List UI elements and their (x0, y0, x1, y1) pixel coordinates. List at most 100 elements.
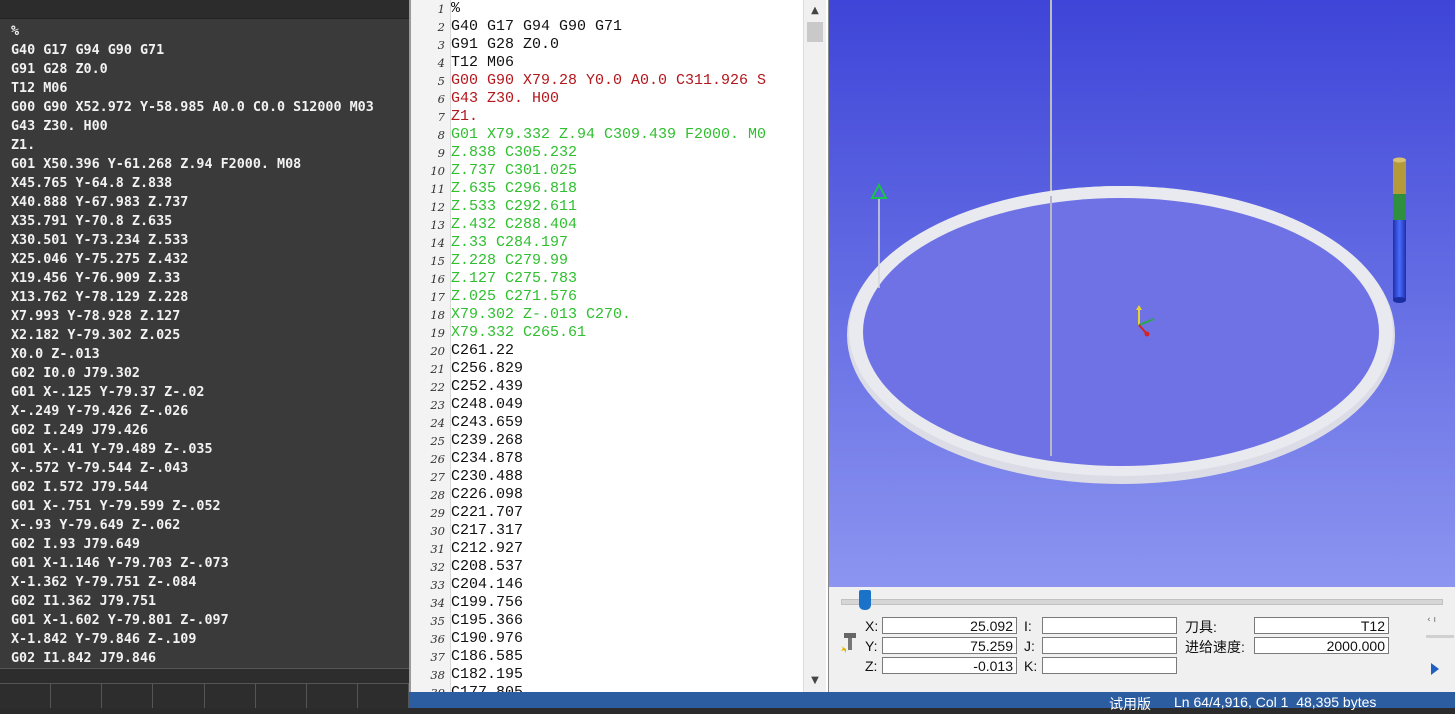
left-code-panel[interactable]: % G40 G17 G94 G90 G71 G91 G28 Z0.0 T12 M06 G… (0, 0, 409, 708)
left-code-line: G91 G28 Z0.0 (11, 62, 108, 77)
line-number: 8 (437, 128, 445, 142)
code-line[interactable]: 3 G91 G28 Z0.0 (411, 36, 803, 54)
code-text: C243.659 (451, 414, 524, 431)
code-line[interactable]: 7 Z1. (411, 108, 803, 126)
left-code-line: X-.93 Y-79.649 Z-.062 (11, 518, 181, 533)
line-number: 1 (437, 2, 445, 16)
scroll-down-icon[interactable]: ▼ (804, 672, 826, 690)
x-label: X: (865, 618, 879, 634)
line-number: 31 (430, 542, 445, 556)
simulation-slider[interactable] (841, 599, 1443, 605)
left-code-line: G01 X50.396 Y-61.268 Z.94 F2000. M08 (11, 157, 302, 172)
footer-grid (0, 683, 409, 708)
code-line[interactable]: 22 C252.439 (411, 378, 803, 396)
nc-code-editor[interactable]: 1% 2 G40 G17 G94 G90 G71 3 G91 G28 Z0.0 4 T12 … (409, 0, 830, 692)
code-line[interactable]: 34 C199.756 (411, 594, 803, 612)
code-line[interactable]: 27 C230.488 (411, 468, 803, 486)
code-line[interactable]: 4 T12 M06 (411, 54, 803, 72)
line-number: 11 (430, 182, 445, 196)
code-line[interactable]: 19 X79.332 C265.61 (411, 324, 803, 342)
code-line[interactable]: 31 C212.927 (411, 540, 803, 558)
code-line[interactable]: 39C177.805 (411, 684, 803, 692)
code-text: G91 G28 Z0.0 (451, 36, 560, 53)
code-line[interactable]: 15 Z.228 C279.99 (411, 252, 803, 270)
scroll-left-icon[interactable]: ‹ ı (1427, 615, 1436, 625)
code-line[interactable]: 9 Z.838 C305.232 (411, 144, 803, 162)
tool-field[interactable]: T12 (1254, 617, 1389, 634)
code-text: Z.533 C292.611 (451, 198, 578, 215)
line-number: 22 (430, 380, 445, 394)
code-line[interactable]: 10 Z.737 C301.025 (411, 162, 803, 180)
code-line[interactable]: 37 C186.585 (411, 648, 803, 666)
code-line[interactable]: 25 C239.268 (411, 432, 803, 450)
scroll-up-icon[interactable]: ▲ (804, 2, 826, 20)
line-number: 37 (430, 650, 445, 664)
code-line[interactable]: 33 C204.146 (411, 576, 803, 594)
editor-vertical-scrollbar[interactable]: ▲ ▼ (803, 0, 826, 692)
code-line[interactable]: 20 C261.22 (411, 342, 803, 360)
mini-scroll-bar[interactable] (1426, 635, 1454, 638)
code-line[interactable]: 17 Z.025 C271.576 (411, 288, 803, 306)
code-line[interactable]: 23 C248.049 (411, 396, 803, 414)
code-text: Z.838 C305.232 (451, 144, 578, 161)
play-icon[interactable] (1430, 662, 1440, 676)
i-field[interactable] (1042, 617, 1177, 634)
code-line[interactable]: 35 C195.366 (411, 612, 803, 630)
code-line[interactable]: 30 C217.317 (411, 522, 803, 540)
left-code-line: G43 Z30. H00 (11, 119, 108, 134)
left-code-line: % (11, 24, 20, 39)
code-text: Z.025 C271.576 (451, 288, 578, 305)
code-line[interactable]: 18 X79.302 Z-.013 C270. (411, 306, 803, 324)
line-number: 35 (430, 614, 445, 628)
code-text: Z.737 C301.025 (451, 162, 578, 179)
code-line[interactable]: 36 C190.976 (411, 630, 803, 648)
scroll-thumb[interactable] (807, 22, 823, 42)
code-line[interactable]: 13 Z.432 C288.404 (411, 216, 803, 234)
code-line[interactable]: 14 Z.33 C284.197 (411, 234, 803, 252)
code-line[interactable]: 12 Z.533 C292.611 (411, 198, 803, 216)
line-number: 28 (430, 488, 445, 502)
k-field[interactable] (1042, 657, 1177, 674)
i-label: I: (1024, 618, 1032, 634)
code-line[interactable]: 2 G40 G17 G94 G90 G71 (411, 18, 803, 36)
code-line[interactable]: 1% (411, 0, 803, 18)
code-text: Z.635 C296.818 (451, 180, 578, 197)
left-code-line: G01 X-1.146 Y-79.703 Z-.073 (11, 556, 229, 571)
code-line[interactable]: 24 C243.659 (411, 414, 803, 432)
left-code-line: G02 I.93 J79.649 (11, 537, 140, 552)
line-number: 12 (430, 200, 445, 214)
code-text: C212.927 (451, 540, 524, 557)
code-text: C226.098 (451, 486, 524, 503)
code-line[interactable]: 28 C226.098 (411, 486, 803, 504)
code-line[interactable]: 8 G01 X79.332 Z.94 C309.439 F2000. M0 (411, 126, 803, 144)
code-text: C186.585 (451, 648, 524, 665)
y-label: Y: (865, 638, 878, 654)
code-line[interactable]: 5 G00 G90 X79.28 Y0.0 A0.0 C311.926 S (411, 72, 803, 90)
code-line[interactable]: 6 G43 Z30. H00 (411, 90, 803, 108)
code-line[interactable]: 38 C182.195 (411, 666, 803, 684)
z-field[interactable]: -0.013 (882, 657, 1017, 674)
line-number: 30 (430, 524, 445, 538)
code-line[interactable]: 16 Z.127 C275.783 (411, 270, 803, 288)
code-line[interactable]: 32 C208.537 (411, 558, 803, 576)
line-number: 18 (430, 308, 445, 322)
simulation-3d-view[interactable] (828, 0, 1455, 587)
simulation-slider-thumb[interactable] (859, 590, 871, 610)
line-number: 16 (430, 272, 445, 286)
tool-label: 刀具: (1185, 619, 1217, 635)
code-line[interactable]: 29 C221.707 (411, 504, 803, 522)
code-line[interactable]: 11 Z.635 C296.818 (411, 180, 803, 198)
x-field[interactable]: 25.092 (882, 617, 1017, 634)
z-label: Z: (865, 658, 878, 674)
y-field[interactable]: 75.259 (882, 637, 1017, 654)
j-field[interactable] (1042, 637, 1177, 654)
code-text: G00 G90 X79.28 Y0.0 A0.0 C311.926 S (451, 72, 767, 89)
left-code-line: X-1.842 Y-79.846 Z-.109 (11, 632, 197, 647)
code-line[interactable]: 21 C256.829 (411, 360, 803, 378)
code-line[interactable]: 26 C234.878 (411, 450, 803, 468)
code-text: C177.805 (451, 684, 801, 692)
line-number: 32 (430, 560, 445, 574)
line-number: 13 (430, 218, 445, 232)
left-panel-footer (0, 668, 409, 708)
feed-rate-field[interactable]: 2000.000 (1254, 637, 1389, 654)
